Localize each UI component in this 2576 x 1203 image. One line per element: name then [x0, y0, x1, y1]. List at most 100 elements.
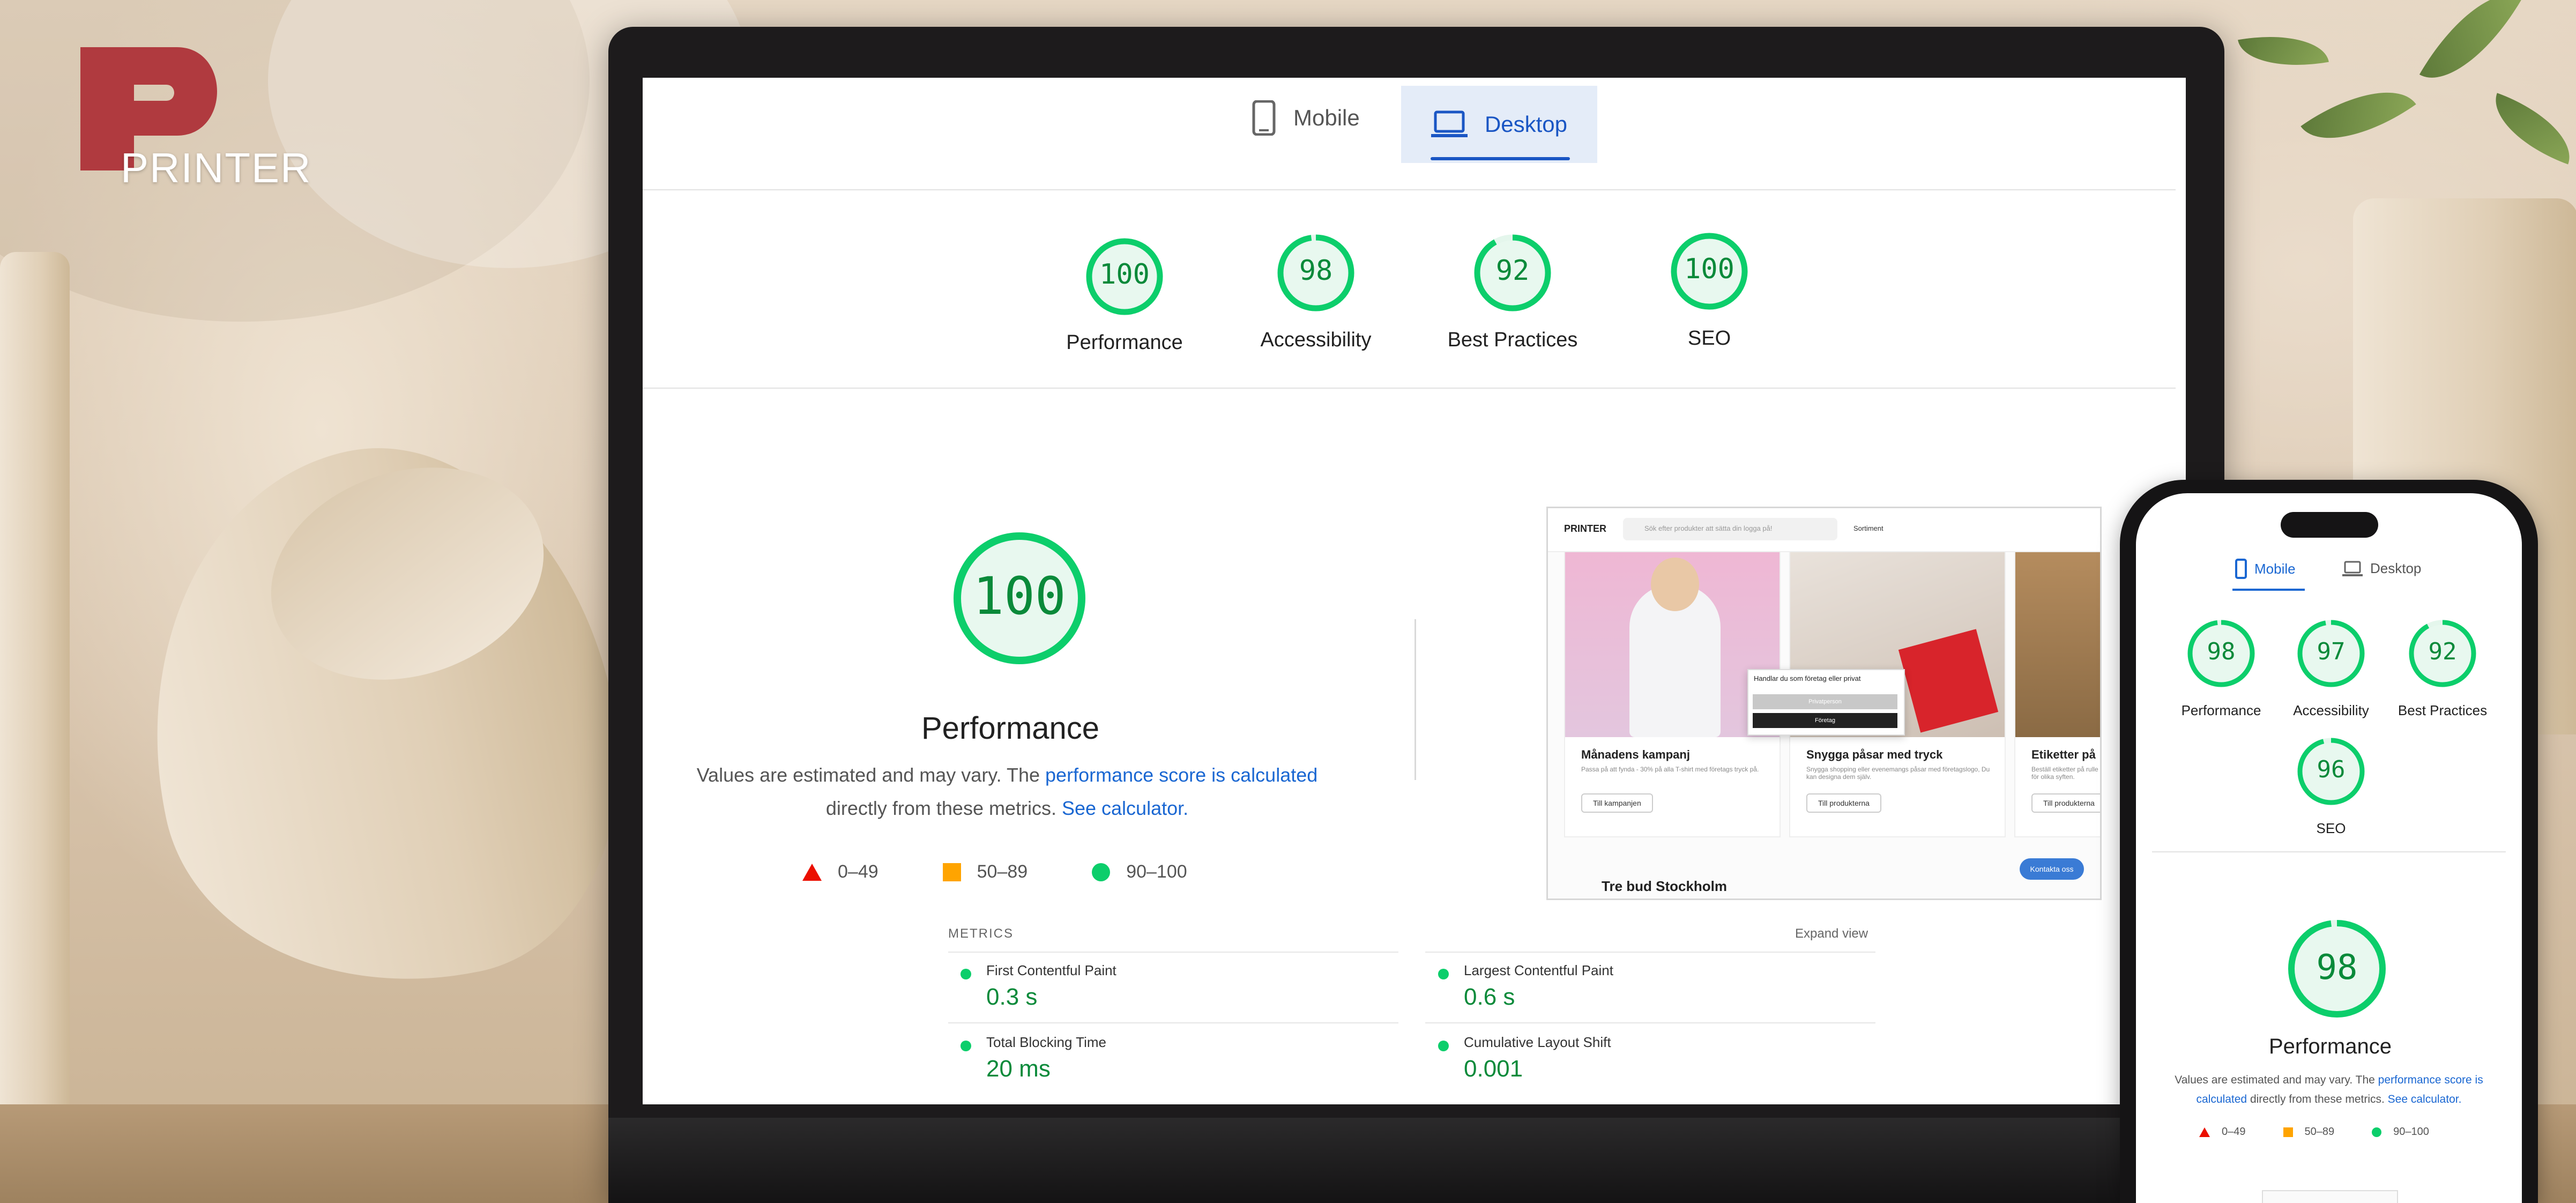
circle-icon	[1092, 863, 1111, 881]
thumb-card-subtitle: Snygga shopping eller evenemangs påsar m…	[1806, 766, 1990, 781]
phone-gauge-best-practices[interactable]: 92 Best Practices	[2398, 618, 2487, 718]
gauge-score: 100	[1684, 253, 1734, 285]
score-calc-link-cont[interactable]: calculated	[2197, 1093, 2247, 1105]
metric-name: Largest Contentful Paint	[1464, 962, 1613, 978]
thumb-logo: PRINTER	[1564, 523, 1607, 534]
metrics-divider	[1425, 952, 1875, 953]
phone-screen: Mobile Desktop 98 Performance 97 Accessi…	[2136, 493, 2522, 1203]
thumb-card-button: Till produkterna	[2031, 793, 2100, 813]
triangle-icon	[2199, 1127, 2210, 1137]
calculator-link[interactable]: See calculator.	[1062, 797, 1188, 819]
thumb-popup-btn: Privatperson	[1753, 694, 1897, 709]
gauge-score: 96	[2317, 756, 2346, 783]
calculator-link[interactable]: See calculator.	[2388, 1093, 2462, 1105]
metric-name: Total Blocking Time	[986, 1034, 1106, 1050]
thumb-header: PRINTER Sök efter produkter att sätta di…	[1548, 508, 2100, 552]
metric-value: 0.3 s	[986, 984, 1038, 1010]
score-calc-link[interactable]: performance score is calculated	[1045, 764, 1317, 786]
laptop-icon	[1431, 110, 1468, 137]
tab-desktop-label: Desktop	[1484, 112, 1568, 137]
main-score: 98	[2316, 948, 2358, 987]
page-screenshot-thumbnail[interactable]: PRINTER Sök efter produkter att sätta di…	[1546, 507, 2102, 900]
metric-value: 0.001	[1464, 1056, 1523, 1082]
phone-gauge-performance[interactable]: 98 Performance	[2182, 618, 2261, 718]
gauge-score: 92	[1495, 255, 1530, 287]
metric-name: Cumulative Layout Shift	[1464, 1034, 1611, 1050]
legend-range: 0–49	[2222, 1126, 2246, 1138]
pass-dot-icon	[1438, 1041, 1449, 1051]
score-gauge-seo[interactable]: 100 SEO	[1669, 231, 1750, 350]
thumb-card-title: Etiketter på	[2031, 748, 2096, 761]
phone-legend: 0–49 50–89 90–100	[2199, 1126, 2429, 1138]
square-icon	[942, 863, 961, 881]
phone-notch	[2281, 512, 2378, 538]
legend-average: 50–89	[942, 862, 1028, 882]
thumb-card-button: Till produkterna	[1806, 793, 1881, 813]
thumb-search-placeholder: Sök efter produkter att sätta din logga …	[1644, 524, 1773, 532]
metrics-heading: METRICS	[948, 926, 1014, 941]
scores-divider	[643, 388, 2176, 389]
thumb-card-subtitle: Passa på att fynda - 30% på alla T-shirt…	[1581, 766, 1759, 773]
tab-desktop[interactable]: Desktop	[1401, 86, 1597, 163]
tab-mobile[interactable]: Mobile	[1252, 100, 1360, 136]
gauge-score: 98	[2207, 638, 2236, 665]
phone-tab-desktop-label: Desktop	[2370, 560, 2422, 576]
desc-text: Values are estimated and may vary. The	[696, 764, 1046, 786]
thumb-card-subtitle: Beställ etiketter på rulle för olika syf…	[2031, 766, 2098, 781]
plant-leaf	[2300, 64, 2416, 166]
plant-leaf	[2419, 0, 2523, 100]
phone-tab-mobile[interactable]: Mobile	[2235, 559, 2296, 579]
expand-view-link[interactable]: Expand view	[1795, 926, 1868, 941]
square-icon	[2283, 1127, 2293, 1137]
laptop-base	[608, 1118, 2224, 1203]
gauge-score: 98	[1299, 255, 1333, 287]
phone-gauge-seo[interactable]: 96 SEO	[2295, 736, 2367, 836]
legend-range: 50–89	[977, 862, 1028, 882]
phone-tab-indicator	[2232, 589, 2305, 591]
vertical-divider	[1414, 619, 1416, 780]
thumb-card-image	[2015, 552, 2100, 737]
phone-main-gauge: 98	[2285, 917, 2389, 1021]
gauge-score: 92	[2428, 638, 2457, 665]
phone-main-title: Performance	[2269, 1035, 2392, 1058]
circle-icon	[2372, 1127, 2382, 1137]
plant-leaf	[2238, 25, 2329, 77]
gauge-label: SEO	[2316, 820, 2346, 836]
gauge-label: SEO	[1687, 327, 1731, 350]
metrics-divider	[1425, 1022, 1875, 1023]
desc-text: directly from these metrics.	[2247, 1093, 2388, 1105]
legend-pass: 90–100	[2372, 1126, 2429, 1138]
pass-dot-icon	[961, 969, 971, 979]
desc-text: Values are estimated and may vary. The	[2175, 1074, 2378, 1086]
main-score: 100	[973, 566, 1066, 626]
phone-divider	[2152, 851, 2506, 852]
legend-fail: 0–49	[802, 862, 878, 882]
legend-pass: 90–100	[1092, 862, 1187, 882]
tab-active-indicator	[1431, 157, 1570, 160]
phone-tab-desktop[interactable]: Desktop	[2342, 560, 2421, 577]
pass-dot-icon	[1438, 969, 1449, 979]
score-calc-link[interactable]: performance score is	[2378, 1074, 2483, 1086]
tab-mobile-label: Mobile	[1293, 105, 1360, 130]
gauge-label: Best Practices	[2398, 702, 2488, 718]
thumb-popup-title: Handlar du som företag eller privat	[1754, 674, 1861, 682]
score-gauge-best-practices[interactable]: 92 Best Practices	[1448, 232, 1577, 351]
score-gauge-accessibility[interactable]: 98 Accessibility	[1261, 232, 1371, 351]
main-description: Values are estimated and may vary. The p…	[664, 759, 1350, 825]
smartphone-icon	[1252, 100, 1276, 136]
phone-tab-mobile-label: Mobile	[2254, 560, 2296, 577]
printer-logo: PRINTER	[75, 42, 322, 197]
metric-value: 20 ms	[986, 1056, 1051, 1082]
gauge-score: 97	[2317, 638, 2346, 665]
laptop-icon	[2342, 561, 2363, 576]
score-gauge-performance[interactable]: 100 Performance	[1066, 236, 1183, 354]
thumb-popup-btn: Företag	[1753, 713, 1897, 728]
thumb-card-button: Till kampanjen	[1581, 793, 1653, 813]
score-legend: 0–49 50–89 90–100	[802, 862, 1187, 882]
thumb-card-title: Månadens kampanj	[1581, 748, 1690, 761]
thumb-popup: Handlar du som företag eller privat Priv…	[1747, 669, 1905, 736]
metrics-divider	[948, 952, 1398, 953]
laptop-screen: Mobile Desktop 100 Performance 98 Access…	[643, 78, 2186, 1104]
main-performance-gauge: 100	[951, 530, 1088, 667]
phone-gauge-accessibility[interactable]: 97 Accessibility	[2293, 618, 2369, 718]
